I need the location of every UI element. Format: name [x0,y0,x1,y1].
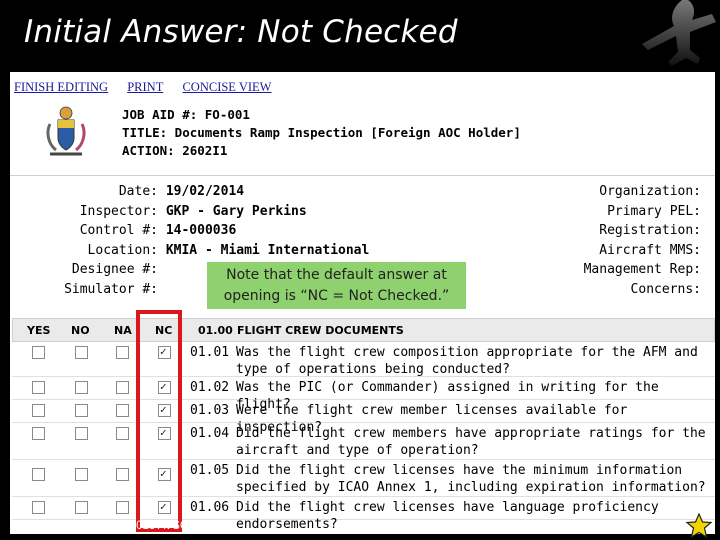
question-number: 01.05 [190,463,230,478]
na-checkbox[interactable] [116,346,129,359]
section-title: FLIGHT CREW DOCUMENTS [237,324,404,337]
yes-checkbox[interactable] [32,404,45,417]
print-link[interactable]: PRINT [127,80,163,94]
info-label-aircraft-mms: Aircraft MMS: [599,242,701,258]
table-row: 01.02 Was the PIC (or Commander) assigne… [12,377,715,412]
info-label-primary-pel: Primary PEL: [607,203,701,219]
job-aid-form: FINISH EDITING PRINT CONCISE VIEW JOB AI… [10,72,715,534]
yes-checkbox[interactable] [32,427,45,440]
divider [10,175,715,176]
callout-note: Note that the default answer at opening … [207,262,466,309]
callout-line-2: opening is “NC = Not Checked.” [223,288,450,304]
question-text: Did the flight crew licenses have the mi… [236,463,706,495]
form-toolbar: FINISH EDITING PRINT CONCISE VIEW [14,80,287,95]
no-checkbox[interactable] [75,346,88,359]
section-number: 01.00 [198,324,233,337]
slide-title: Initial Answer: Not Checked [24,14,458,50]
job-aid-header: JOB AID #: FO-001 TITLE: Documents Ramp … [122,106,521,160]
info-row-inspector: Inspector: GKP - Gary Perkins [79,203,307,219]
col-yes: YES [27,324,51,337]
info-row-date: Date: 19/02/2014 [118,184,245,199]
info-label-management-rep: Management Rep: [583,262,701,277]
job-aid-title: TITLE: Documents Ramp Inspection [Foreig… [122,125,521,140]
slide-number: 1002-49-10 [18,520,77,532]
coat-of-arms-icon [46,106,86,156]
checklist-table: YES NO NA NC 01.00 FLIGHT CREW DOCUMENTS… [12,318,715,532]
no-checkbox[interactable] [75,427,88,440]
table-row: 01.03 Were the flight crew member licens… [12,400,715,435]
question-number: 01.02 [190,380,230,395]
inspection-info-right: Organization: Primary PEL: Registration:… [584,182,701,299]
yes-checkbox[interactable] [32,468,45,481]
na-checkbox[interactable] [116,468,129,481]
job-aid-number: JOB AID #: FO-001 [122,107,250,122]
info-label-registration: Registration: [599,223,701,238]
info-row-control: Control #: 14-000036 [79,223,237,238]
no-checkbox[interactable] [75,381,88,394]
na-checkbox[interactable] [116,501,129,514]
checklist-header: YES NO NA NC 01.00 FLIGHT CREW DOCUMENTS [12,318,715,342]
yes-checkbox[interactable] [32,501,45,514]
table-row: 01.05 Did the flight crew licenses have … [12,460,715,497]
question-text: Did the flight crew licenses have langua… [236,500,659,532]
no-checkbox[interactable] [75,404,88,417]
question-text: Was the flight crew composition appropri… [236,345,698,377]
yes-checkbox[interactable] [32,346,45,359]
info-row-location: Location: KMIA - Miami International [87,242,370,258]
airplane-icon [642,0,716,66]
info-label-organization: Organization: [599,184,701,199]
nc-column-highlight [136,310,182,532]
table-row: 01.06 Did the flight crew licenses have … [12,497,715,532]
callout-line-1: Note that the default answer at [226,267,447,283]
yes-checkbox[interactable] [32,381,45,394]
table-row: 01.04 Did the flight crew members have a… [12,423,715,460]
question-number: 01.04 [190,426,230,441]
question-text: Did the flight crew members have appropr… [236,426,706,458]
finish-editing-link[interactable]: FINISH EDITING [14,80,108,94]
col-no: NO [71,324,90,337]
question-number: 01.03 [190,403,230,418]
no-checkbox[interactable] [75,501,88,514]
na-checkbox[interactable] [116,427,129,440]
concise-view-link[interactable]: CONCISE VIEW [182,80,271,94]
copyright: © 2013 AVSOG, Inc. [118,520,223,532]
col-na: NA [114,324,132,337]
question-number: 01.06 [190,500,230,515]
info-label-concerns: Concerns: [630,281,701,297]
na-checkbox[interactable] [116,404,129,417]
question-number: 01.01 [190,345,230,360]
job-aid-action: ACTION: 2602I1 [122,143,228,158]
table-row: 01.01 Was the flight crew composition ap… [12,342,715,377]
star-badge-icon [685,513,713,539]
na-checkbox[interactable] [116,381,129,394]
no-checkbox[interactable] [75,468,88,481]
